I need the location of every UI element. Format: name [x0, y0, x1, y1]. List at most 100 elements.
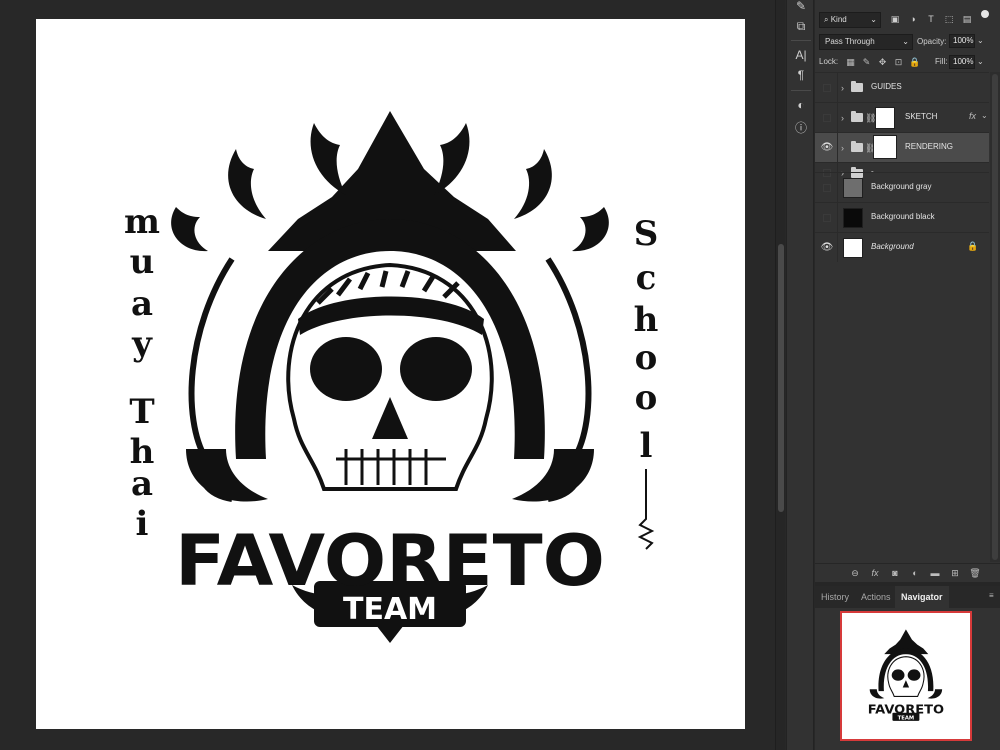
- left-letter: a: [131, 464, 153, 504]
- lock-transparent-icon[interactable]: ▦: [845, 56, 856, 68]
- fill-label: Fill:: [935, 57, 948, 66]
- opacity-label: Opacity:: [917, 37, 947, 46]
- chevron-right-icon[interactable]: ›: [841, 111, 849, 125]
- new-group-icon[interactable]: ▬: [929, 567, 941, 580]
- document-workspace[interactable]: m u a y T h a i S c h o o l FAVORETO TEA…: [0, 0, 775, 750]
- tab-actions[interactable]: Actions: [855, 586, 897, 608]
- lock-all-icon[interactable]: 🔒: [909, 56, 920, 68]
- fill-field[interactable]: 100%: [949, 55, 975, 69]
- add-mask-icon[interactable]: ◙: [889, 567, 901, 580]
- opacity-field[interactable]: 100%: [949, 34, 975, 48]
- chain-link-icon[interactable]: ⛓: [865, 110, 876, 126]
- search-icon: ⌕: [824, 15, 831, 24]
- tab-history[interactable]: History: [815, 586, 855, 608]
- skull: [286, 262, 494, 491]
- blend-mode-select[interactable]: Pass Through ⌄: [819, 34, 913, 50]
- chevron-down-icon[interactable]: ⌄: [977, 57, 984, 66]
- layers-scroll-thumb[interactable]: [992, 74, 998, 560]
- panel-tabs: History Actions Navigator ≡: [815, 586, 1000, 608]
- visibility-toggle[interactable]: [823, 84, 831, 92]
- filter-toggle[interactable]: [981, 10, 989, 18]
- folder-icon: [851, 81, 863, 92]
- left-letter: m: [124, 202, 160, 242]
- divider: [837, 73, 838, 102]
- link-layers-icon[interactable]: ⊖: [849, 567, 861, 580]
- left-letter: a: [131, 284, 153, 324]
- lock-row: Lock: ▦ ✎ ✥ ⊡ 🔒 Fill: 100% ⌄: [815, 54, 1000, 70]
- pixel-filter-icon[interactable]: ▣: [889, 13, 901, 26]
- canvas-scroll-thumb[interactable]: [778, 244, 784, 512]
- paragraph-icon[interactable]: ¶: [790, 65, 812, 85]
- canvas-vertical-scrollbar[interactable]: [775, 0, 785, 750]
- adjustment-layer-icon[interactable]: ◐: [909, 567, 921, 580]
- left-letter: y: [131, 324, 153, 364]
- kind-filter-select[interactable]: ⌕ Kind ⌄: [819, 12, 881, 28]
- chevron-right-icon[interactable]: ›: [841, 81, 849, 95]
- main-title: FAVORETO: [175, 520, 605, 602]
- chain-link-icon[interactable]: ⛓: [865, 140, 876, 156]
- layer-effects-icon[interactable]: fx: [969, 111, 976, 121]
- trash-icon[interactable]: 🗑: [969, 567, 981, 580]
- info-icon[interactable]: ⓘ: [790, 117, 812, 137]
- eye-icon[interactable]: 👁: [820, 141, 834, 155]
- visibility-toggle[interactable]: [823, 214, 831, 222]
- layer-thumbnail[interactable]: [843, 238, 863, 258]
- lock-artboard-icon[interactable]: ⊡: [893, 56, 904, 68]
- navigator-thumbnail: FAVORETO TEAM: [868, 629, 944, 721]
- eye-icon[interactable]: 👁: [820, 241, 834, 255]
- layer-mask-thumbnail[interactable]: [875, 107, 895, 129]
- lock-label: Lock:: [819, 57, 839, 66]
- divider: [837, 233, 838, 262]
- chevron-down-icon[interactable]: ⌄: [981, 111, 988, 120]
- new-layer-icon[interactable]: ⊞: [949, 567, 961, 580]
- brush-icon[interactable]: ✎: [790, 0, 812, 16]
- layers-scrollbar[interactable]: [990, 72, 1000, 562]
- layer-row-background-black[interactable]: Background black: [815, 202, 989, 232]
- right-letter: o: [635, 338, 658, 378]
- type-filter-icon[interactable]: T: [925, 13, 937, 26]
- left-vertical-text: m u a y T h a i: [124, 202, 160, 544]
- document-canvas[interactable]: m u a y T h a i S c h o o l FAVORETO TEA…: [36, 19, 745, 729]
- tab-navigator[interactable]: Navigator: [895, 586, 949, 608]
- adjustment-filter-icon[interactable]: ◑: [907, 13, 919, 26]
- right-vertical-text: S c h o o l: [634, 214, 659, 466]
- visibility-toggle[interactable]: [823, 184, 831, 192]
- layer-row-rendering[interactable]: 👁 › ⛓ RENDERING: [815, 132, 989, 162]
- right-letter: S: [634, 214, 659, 254]
- layer-row-background-gray[interactable]: Background gray: [815, 172, 989, 202]
- panel-icon-strip: ✎ ⧉ A| ¶ ◐ ⓘ: [786, 0, 814, 750]
- divider: [837, 203, 838, 232]
- right-text-flourish: [637, 469, 655, 550]
- layers-footer: ⊖ fx ◙ ◐ ▬ ⊞ 🗑: [815, 563, 1000, 582]
- blend-mode-value: Pass Through: [825, 37, 875, 46]
- lock-pixels-icon[interactable]: ✎: [861, 56, 872, 68]
- divider: [837, 103, 838, 132]
- layer-name: Background black: [871, 212, 935, 221]
- navigator-preview[interactable]: FAVORETO TEAM: [840, 611, 972, 741]
- chevron-right-icon[interactable]: ›: [841, 141, 849, 155]
- clone-source-icon[interactable]: ⧉: [790, 16, 812, 36]
- navigator-main-title: FAVORETO: [868, 701, 944, 716]
- layer-mask-thumbnail[interactable]: [873, 135, 897, 159]
- layer-row-guides[interactable]: › GUIDES: [815, 72, 989, 102]
- navigator-panel-group: History Actions Navigator ≡ FAVORETO TEA…: [815, 582, 1000, 750]
- left-letter: i: [136, 504, 149, 544]
- smart-object-filter-icon[interactable]: ▤: [961, 13, 973, 26]
- chevron-down-icon[interactable]: ⌄: [977, 36, 984, 45]
- right-letter: l: [640, 426, 653, 466]
- layer-row-sketch[interactable]: › ⛓ SKETCH fx ⌄: [815, 102, 989, 132]
- character-icon[interactable]: A|: [790, 45, 812, 65]
- right-letter: o: [635, 378, 658, 418]
- layer-row-background[interactable]: 👁 Background 🔒: [815, 232, 989, 262]
- sub-title: TEAM: [343, 592, 437, 627]
- panel-menu-icon[interactable]: ≡: [989, 592, 997, 600]
- shape-filter-icon[interactable]: ⬚: [943, 13, 955, 26]
- visibility-toggle[interactable]: [823, 114, 831, 122]
- adjustments-icon[interactable]: ◐: [790, 95, 812, 115]
- lock-position-icon[interactable]: ✥: [877, 56, 888, 68]
- layer-thumbnail[interactable]: [843, 178, 863, 198]
- layer-thumbnail[interactable]: [843, 208, 863, 228]
- fx-icon[interactable]: fx: [869, 567, 881, 580]
- lock-icon: 🔒: [967, 241, 979, 251]
- strip-divider: [791, 40, 811, 41]
